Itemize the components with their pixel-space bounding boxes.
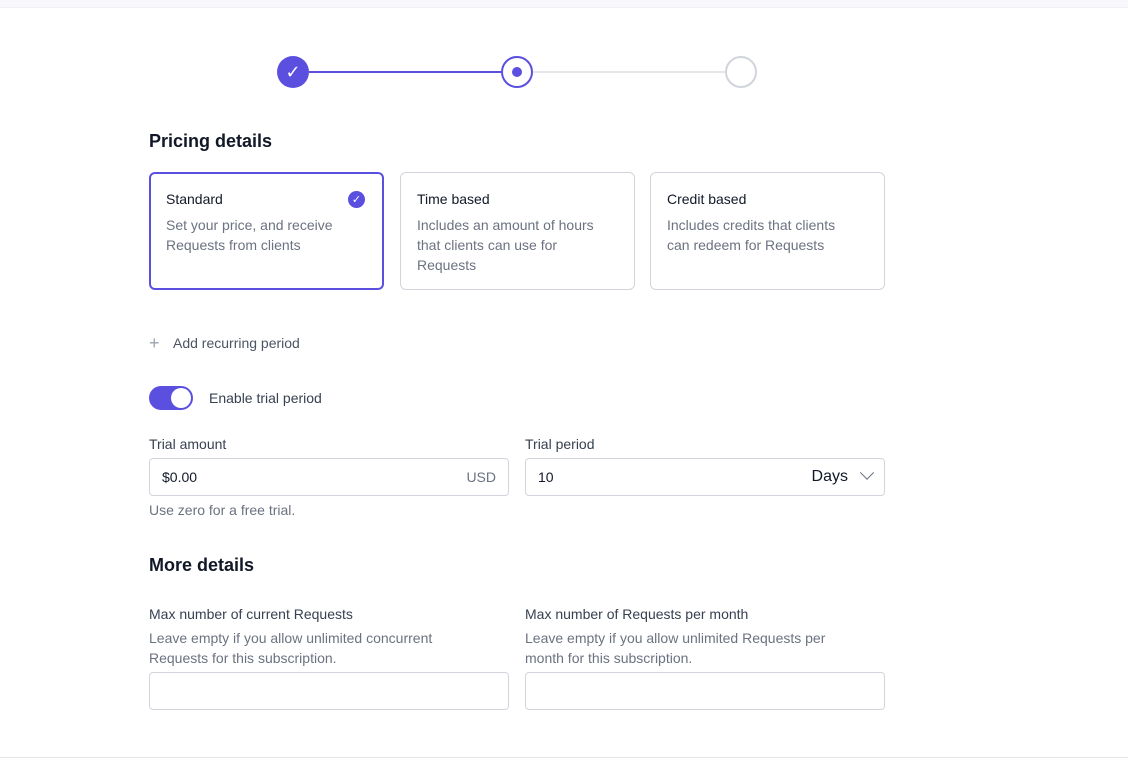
pricing-option-title: Standard (166, 191, 223, 207)
trial-amount-label: Trial amount (149, 436, 227, 452)
check-icon: ✓ (285, 61, 301, 82)
pricing-option-description: Includes an amount of hours that clients… (417, 217, 594, 273)
current-step-dot-icon (512, 67, 522, 77)
max-monthly-requests-help: Leave empty if you allow unlimited Reque… (525, 630, 826, 666)
max-monthly-requests-input[interactable] (525, 672, 885, 710)
trial-period-value: 10 (538, 469, 554, 485)
trial-toggle-row: Enable trial period (149, 386, 322, 410)
max-current-requests-label: Max number of current Requests (149, 606, 353, 622)
pricing-option-title: Time based (417, 191, 490, 207)
stepper-line-pending (533, 71, 725, 73)
currency-suffix: USD (466, 469, 496, 485)
trial-period-input[interactable]: 10 Days (525, 458, 885, 496)
more-details-title: More details (149, 555, 255, 575)
trial-amount-input[interactable]: $0.00 USD (149, 458, 509, 496)
trial-period-label: Trial period (525, 436, 595, 452)
pricing-option-description: Includes credits that clients can redeem… (667, 217, 836, 253)
top-bar (0, 0, 1128, 8)
max-monthly-requests-label: Max number of Requests per month (525, 606, 749, 622)
pricing-option-credit-based[interactable]: Credit based Includes credits that clien… (650, 172, 885, 290)
progress-stepper: ✓ (277, 56, 757, 88)
max-current-requests-help: Leave empty if you allow unlimited concu… (149, 630, 433, 666)
toggle-knob (171, 388, 191, 408)
step-1-completed[interactable]: ✓ (277, 56, 309, 88)
pricing-details-title: Pricing details (149, 131, 273, 151)
period-unit-select[interactable]: Days (812, 468, 848, 486)
step-2-current[interactable] (501, 56, 533, 88)
plus-icon: + (149, 333, 160, 353)
enable-trial-toggle[interactable] (149, 386, 193, 410)
step-3-upcoming[interactable] (725, 56, 757, 88)
selected-check-icon: ✓ (348, 191, 365, 208)
pricing-option-standard[interactable]: Standard Set your price, and receive Req… (149, 172, 384, 290)
bottom-divider (0, 757, 1128, 758)
add-recurring-period-label: Add recurring period (173, 335, 300, 351)
pricing-option-description: Set your price, and receive Requests fro… (166, 217, 333, 253)
chevron-down-icon[interactable] (859, 465, 875, 480)
trial-amount-value: $0.00 (162, 469, 198, 485)
pricing-option-title: Credit based (667, 191, 747, 207)
enable-trial-label: Enable trial period (209, 390, 322, 406)
pricing-option-time-based[interactable]: Time based Includes an amount of hours t… (400, 172, 635, 290)
max-current-requests-input[interactable] (149, 672, 509, 710)
add-recurring-period-button[interactable]: + Add recurring period (149, 334, 300, 352)
trial-amount-help: Use zero for a free trial. (149, 502, 296, 518)
stepper-line-completed (309, 71, 501, 73)
